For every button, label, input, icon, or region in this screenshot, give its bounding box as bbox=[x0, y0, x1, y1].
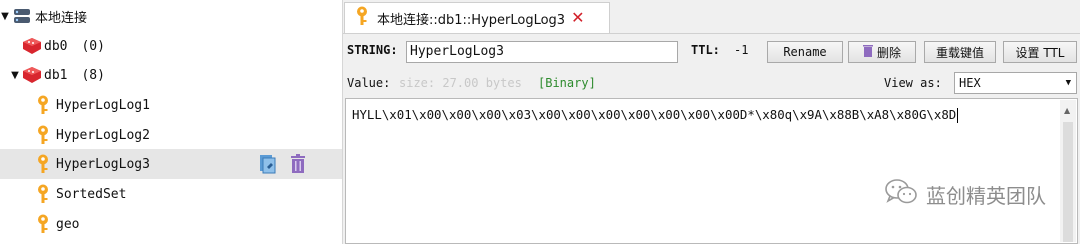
tree-item-key[interactable]: SortedSet bbox=[0, 179, 342, 209]
tree-item-key[interactable]: HyperLogLog1 bbox=[0, 90, 342, 120]
connection-label: 本地连接 bbox=[35, 10, 88, 26]
key-icon bbox=[36, 239, 50, 244]
tab-title: 本地连接::db1::HyperLogLog3 bbox=[377, 12, 566, 28]
key-icon bbox=[36, 95, 50, 115]
view-as-label: View as: bbox=[884, 76, 942, 90]
server-icon bbox=[13, 7, 31, 25]
tree-item-key-selected[interactable]: HyperLogLog3 bbox=[0, 149, 342, 179]
wechat-icon bbox=[884, 178, 918, 211]
copy-icon[interactable] bbox=[259, 154, 277, 178]
chevron-down-icon: ▼ bbox=[1065, 78, 1071, 88]
db-label: db1 bbox=[44, 67, 68, 83]
value-toolbar: Value: size: 27.00 bytes [Binary] View a… bbox=[343, 72, 1080, 94]
trash-icon[interactable] bbox=[290, 154, 306, 178]
key-label: geo bbox=[56, 216, 80, 232]
key-icon bbox=[36, 184, 50, 204]
key-label: SortedSet bbox=[56, 186, 127, 202]
trash-icon bbox=[862, 44, 873, 60]
tree-item-db1[interactable]: ▼ db1 (8) bbox=[0, 60, 342, 90]
expand-arrow[interactable]: ▼ bbox=[10, 70, 20, 81]
reload-button[interactable]: 重载键值 bbox=[924, 41, 996, 63]
text-cursor bbox=[957, 108, 959, 123]
connection-tree: ▼ 本地连接 db0 (0) ▼ db1 (8) HyperLogLog1 Hy… bbox=[0, 0, 343, 244]
value-content: HYLL\x01\x00\x00\x00\x03\x00\x00\x00\x00… bbox=[352, 107, 957, 122]
key-toolbar: STRING: HyperLogLog3 TTL: -1 Rename 删除 重… bbox=[343, 38, 1080, 68]
vertical-scrollbar[interactable]: ▲ bbox=[1060, 100, 1076, 242]
tree-item-key[interactable]: geo bbox=[0, 209, 342, 239]
tab-bar: 本地连接::db1::HyperLogLog3 ✕ bbox=[343, 0, 1080, 34]
tab-key-editor[interactable]: 本地连接::db1::HyperLogLog3 ✕ bbox=[344, 2, 610, 33]
key-icon bbox=[36, 125, 50, 145]
ttl-label: TTL: bbox=[691, 43, 720, 57]
set-ttl-button[interactable]: 设置 TTL bbox=[1003, 41, 1077, 63]
database-icon bbox=[22, 37, 42, 55]
value-size: size: 27.00 bytes bbox=[399, 76, 522, 90]
watermark-text: 蓝创精英团队 bbox=[926, 184, 1046, 208]
value-text[interactable]: HYLL\x01\x00\x00\x00\x03\x00\x00\x00\x00… bbox=[352, 107, 959, 123]
value-label: Value: bbox=[347, 76, 391, 90]
key-type-label: STRING: bbox=[347, 43, 398, 57]
delete-label: 删除 bbox=[876, 45, 901, 60]
db-label: db0 bbox=[44, 38, 68, 54]
scrollbar-thumb[interactable] bbox=[1063, 122, 1073, 242]
binary-badge: [Binary] bbox=[538, 76, 596, 90]
db-key-count: (8) bbox=[81, 67, 105, 83]
delete-button[interactable]: 删除 bbox=[848, 41, 916, 63]
ttl-value: -1 bbox=[734, 43, 749, 57]
key-icon bbox=[36, 154, 50, 174]
watermark: 蓝创精英团队 bbox=[884, 178, 1046, 211]
key-label: HyperLogLog3 bbox=[56, 156, 150, 172]
db-key-count: (0) bbox=[81, 38, 105, 54]
close-icon[interactable]: ✕ bbox=[571, 10, 584, 26]
tree-item-key[interactable]: HyperLogLog2 bbox=[0, 120, 342, 150]
key-icon bbox=[36, 214, 50, 234]
tree-item-connection[interactable]: ▼ 本地连接 bbox=[0, 1, 342, 31]
scroll-up-icon[interactable]: ▲ bbox=[1064, 106, 1070, 115]
value-editor[interactable]: HYLL\x01\x00\x00\x00\x03\x00\x00\x00\x00… bbox=[345, 98, 1078, 244]
view-as-select[interactable]: HEX ▼ bbox=[954, 72, 1077, 94]
view-as-value: HEX bbox=[959, 76, 981, 90]
key-label: HyperLogLog2 bbox=[56, 127, 150, 143]
rename-button[interactable]: Rename bbox=[767, 41, 843, 63]
key-icon bbox=[355, 6, 369, 30]
database-icon bbox=[22, 66, 42, 84]
key-label: HyperLogLog1 bbox=[56, 97, 150, 113]
key-name-input[interactable]: HyperLogLog3 bbox=[406, 41, 678, 63]
expand-arrow[interactable]: ▼ bbox=[0, 11, 10, 22]
tree-item-db0[interactable]: db0 (0) bbox=[0, 31, 342, 61]
